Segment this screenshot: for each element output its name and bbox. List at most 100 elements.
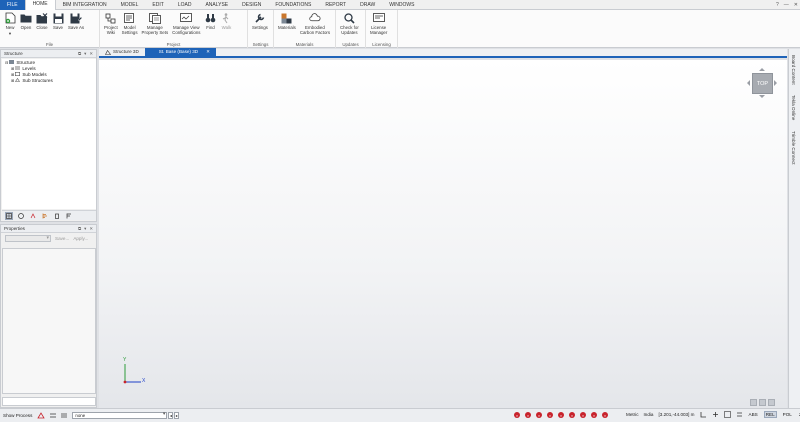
ortho-icon[interactable] bbox=[712, 411, 719, 418]
mode-abs[interactable]: ABS bbox=[748, 412, 759, 417]
menu-tab-design[interactable]: DESIGN bbox=[235, 0, 268, 10]
mode-rel[interactable]: REL bbox=[763, 411, 777, 418]
error-icon[interactable]: × bbox=[591, 412, 597, 418]
side-tab-tekla-online[interactable]: Tekla Online bbox=[791, 95, 796, 120]
menu-tab-foundations[interactable]: FOUNDATIONS bbox=[268, 0, 318, 10]
grid-toggle-icon[interactable] bbox=[60, 412, 68, 419]
analysis-icon bbox=[42, 213, 47, 218]
expand-icon[interactable]: ⊞ bbox=[11, 78, 14, 83]
close-panel-button[interactable]: ✕ bbox=[89, 51, 93, 57]
window-controls: ? — ✕ bbox=[776, 0, 798, 10]
error-icon[interactable]: × bbox=[558, 412, 564, 418]
ribbon-group-updates: Check for Updates Updates bbox=[336, 10, 366, 48]
panel-options-button[interactable]: ▾ bbox=[84, 226, 86, 232]
structure-view-icon bbox=[6, 212, 12, 219]
error-icon[interactable]: × bbox=[602, 412, 608, 418]
viewport-option-button[interactable] bbox=[768, 399, 775, 406]
tab-st-base-3d[interactable]: St. Base (Base) 3D ✕ bbox=[144, 48, 216, 56]
sub-structures-icon bbox=[15, 78, 21, 82]
process-icon[interactable] bbox=[37, 412, 46, 419]
3d-viewport[interactable]: TOP Y X bbox=[99, 60, 787, 408]
mode-pol[interactable]: POL bbox=[782, 412, 793, 417]
properties-save-button[interactable]: Save... bbox=[55, 236, 69, 241]
ribbon-group-project: Project Wiki Model Settings Manage Prope… bbox=[100, 10, 248, 48]
show-process-label[interactable]: Show Process bbox=[0, 413, 35, 418]
menu-tab-analyse[interactable]: ANALYSE bbox=[198, 0, 235, 10]
ribbon: New ▾ Open Close Save Save As File Proje… bbox=[0, 10, 800, 48]
menu-tab-draw[interactable]: DRAW bbox=[353, 0, 382, 10]
layer-icon[interactable] bbox=[736, 411, 743, 418]
link-icon[interactable] bbox=[49, 412, 57, 419]
properties-apply-button[interactable]: Apply... bbox=[73, 236, 88, 241]
next-arrow-button[interactable]: ▸ bbox=[174, 412, 180, 419]
property-set-select[interactable] bbox=[5, 235, 51, 242]
collapse-icon[interactable]: ⊟ bbox=[5, 60, 8, 65]
viewport-option-button[interactable] bbox=[750, 399, 757, 406]
prev-arrow-button[interactable]: ◂ bbox=[168, 412, 174, 419]
loads-icon bbox=[30, 212, 36, 218]
expand-icon[interactable]: ⊞ bbox=[11, 72, 14, 77]
axis-triad: Y X bbox=[119, 356, 149, 386]
units-label[interactable]: Metric bbox=[626, 412, 639, 417]
floppy-disk-icon bbox=[52, 12, 64, 24]
properties-panel: Properties ⧉ ▾ ✕ Save... Apply... bbox=[0, 224, 97, 408]
region-label[interactable]: India bbox=[644, 412, 654, 417]
error-icon[interactable]: × bbox=[569, 412, 575, 418]
error-icon[interactable]: × bbox=[525, 412, 531, 418]
reports-view-button[interactable] bbox=[65, 212, 73, 220]
document-tabs: Structure 3D St. Base (Base) 3D ✕ bbox=[99, 48, 787, 58]
groups-view-button[interactable] bbox=[17, 212, 25, 220]
side-tab-board-content[interactable]: Board Content bbox=[791, 55, 796, 85]
menu-tab-home[interactable]: HOME bbox=[24, 0, 56, 10]
tree-item-sub-structures[interactable]: ⊞ Sub Structures bbox=[2, 77, 96, 83]
menu-tab-file[interactable]: FILE bbox=[0, 0, 25, 10]
structure-toolbar bbox=[2, 210, 96, 220]
help-button[interactable]: ? bbox=[776, 2, 779, 8]
viewport-option-button[interactable] bbox=[759, 399, 766, 406]
snap-icon[interactable] bbox=[700, 411, 707, 418]
analysis-view-button[interactable] bbox=[41, 212, 49, 220]
error-icon[interactable]: × bbox=[580, 412, 586, 418]
menu-tab-bim-integration[interactable]: BIM INTEGRATION bbox=[56, 0, 114, 10]
cloud-icon bbox=[309, 12, 321, 24]
tab-structure-3d[interactable]: Structure 3D bbox=[99, 48, 145, 56]
properties-description bbox=[2, 397, 96, 406]
structure-icon bbox=[9, 60, 15, 64]
status-right-section: Metric India [3.201,-44.003] m ABS REL P… bbox=[626, 411, 800, 418]
design-view-button[interactable] bbox=[53, 212, 61, 220]
grid-icon[interactable] bbox=[723, 411, 731, 418]
menu-tab-model[interactable]: MODEL bbox=[114, 0, 146, 10]
minimize-button[interactable]: — bbox=[784, 2, 789, 8]
expand-icon[interactable]: ⊞ bbox=[11, 66, 14, 71]
close-window-button[interactable]: ✕ bbox=[794, 2, 798, 8]
folder-icon bbox=[20, 12, 32, 24]
structure-panel: Structure ⧉ ▾ ✕ ⊟ Structure ⊞ Levels ⊞ S… bbox=[0, 49, 97, 222]
menu-tab-windows[interactable]: WINDOWS bbox=[382, 0, 421, 10]
menu-tab-edit[interactable]: EDIT bbox=[145, 0, 170, 10]
float-panel-button[interactable]: ⧉ bbox=[78, 226, 81, 232]
close-file-icon bbox=[36, 12, 48, 24]
axis-x-label: X bbox=[142, 378, 146, 384]
status-filter-input[interactable]: none bbox=[72, 412, 168, 419]
close-tab-icon[interactable]: ✕ bbox=[206, 48, 210, 56]
globe-icon bbox=[18, 212, 24, 219]
float-panel-button[interactable]: ⧉ bbox=[78, 51, 81, 57]
view-cube-face[interactable]: TOP bbox=[752, 73, 773, 94]
axis-y-label: Y bbox=[123, 357, 127, 363]
error-icon[interactable]: × bbox=[547, 412, 553, 418]
close-panel-button[interactable]: ✕ bbox=[89, 226, 93, 232]
panel-options-button[interactable]: ▾ bbox=[84, 51, 86, 57]
view-cube[interactable]: TOP bbox=[747, 68, 777, 98]
error-icon[interactable]: × bbox=[514, 412, 520, 418]
property-sets-icon bbox=[148, 12, 161, 24]
side-tab-trimble-connect[interactable]: Trimble Connect bbox=[791, 131, 796, 165]
structure-view-button[interactable] bbox=[5, 211, 13, 220]
error-icon[interactable]: × bbox=[536, 412, 542, 418]
save-as-icon bbox=[70, 12, 83, 24]
loads-view-button[interactable] bbox=[29, 212, 37, 220]
menu-tab-load[interactable]: LOAD bbox=[171, 0, 199, 10]
view-config-icon bbox=[180, 12, 193, 24]
menu-tab-report[interactable]: REPORT bbox=[318, 0, 353, 10]
ribbon-group-materials: Materials Embodied Carbon Factors Materi… bbox=[274, 10, 336, 48]
wiki-icon bbox=[105, 12, 117, 24]
